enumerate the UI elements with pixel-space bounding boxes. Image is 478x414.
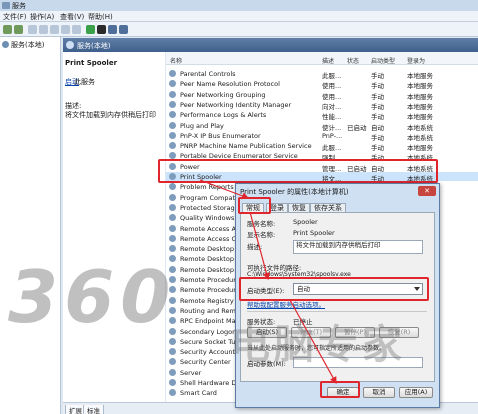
watermark-360: 360 xyxy=(8,255,177,339)
watermark-chinese: 电脑专家 xyxy=(230,322,406,368)
arrow-to-general-tab xyxy=(199,179,250,200)
arrow-to-startup-type xyxy=(249,211,270,281)
